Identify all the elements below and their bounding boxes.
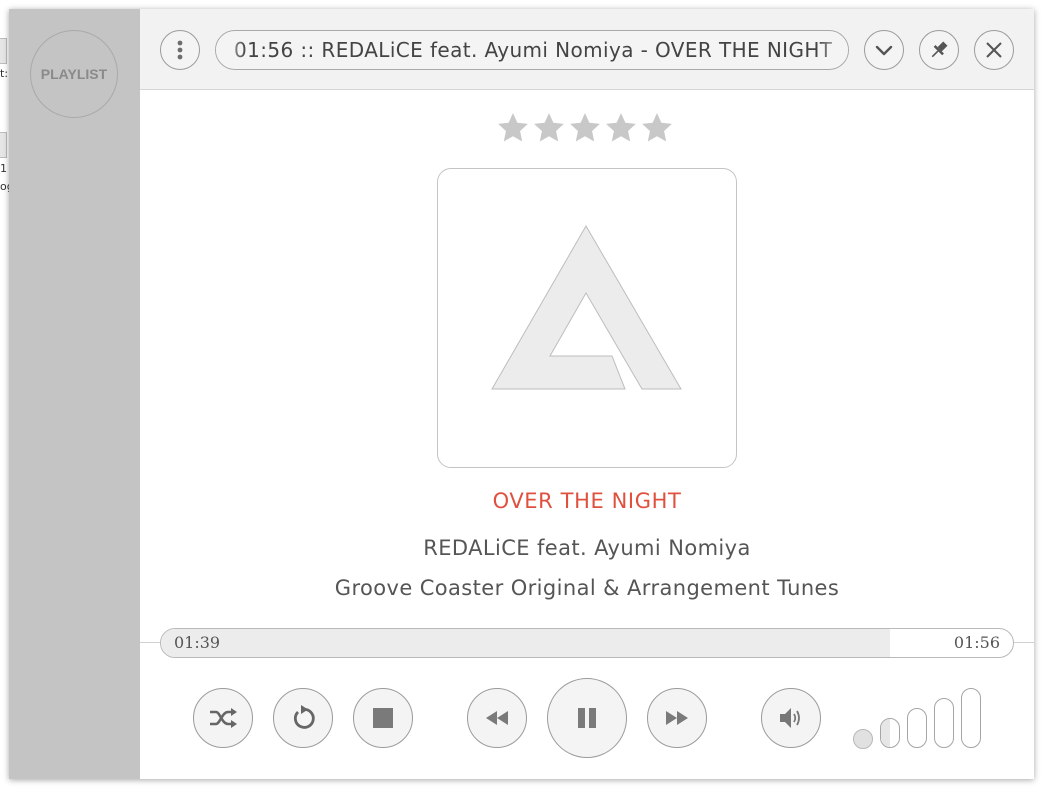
album-art — [437, 168, 737, 468]
stop-button[interactable] — [353, 688, 413, 748]
star-icon[interactable] — [640, 111, 674, 145]
track-album: Groove Coaster Original & Arrangement Tu… — [334, 576, 840, 600]
sidebar: PLAYLIST — [9, 9, 140, 779]
fast-forward-icon — [666, 711, 688, 725]
volume-level-1[interactable] — [880, 718, 900, 748]
current-time: 01:39 — [174, 633, 221, 652]
pin-button[interactable] — [919, 30, 959, 70]
track-artist: REDALiCE feat. Ayumi Nomiya — [423, 536, 751, 560]
aimp-logo-icon — [491, 225, 682, 390]
shuffle-button[interactable] — [193, 688, 253, 748]
mute-indicator[interactable] — [853, 729, 873, 749]
desktop-document-label: 1 — [0, 162, 7, 175]
repeat-button[interactable] — [273, 688, 333, 748]
close-icon — [986, 42, 1002, 58]
star-icon[interactable] — [568, 111, 602, 145]
volume-level-2[interactable] — [907, 708, 927, 748]
volume-button[interactable] — [761, 688, 821, 748]
menu-button[interactable] — [160, 30, 200, 70]
next-button[interactable] — [647, 688, 707, 748]
pause-button[interactable] — [547, 678, 627, 758]
star-icon[interactable] — [532, 111, 566, 145]
stop-icon — [373, 708, 393, 728]
total-time: 01:56 — [953, 633, 1000, 652]
repeat-icon — [293, 705, 315, 729]
previous-button[interactable] — [467, 688, 527, 748]
volume-level-4[interactable] — [961, 688, 981, 748]
star-icon[interactable] — [604, 111, 638, 145]
star-icon[interactable] — [496, 111, 530, 145]
player-window: PLAYLIST 01:56 :: REDALiCE feat. Ayumi N… — [9, 9, 1034, 779]
shuffle-icon — [210, 708, 237, 728]
menu-dots-icon — [177, 40, 183, 60]
pause-icon — [578, 708, 596, 728]
close-button[interactable] — [974, 30, 1014, 70]
player-main: 01:56 :: REDALiCE feat. Ayumi Nomiya - O… — [140, 9, 1034, 779]
rating-stars — [496, 111, 680, 147]
chevron-down-icon — [875, 45, 893, 56]
seek-progress — [161, 629, 891, 657]
rewind-icon — [486, 711, 508, 725]
now-playing-ticker[interactable]: 01:56 :: REDALiCE feat. Ayumi Nomiya - O… — [215, 30, 849, 70]
desktop-file-label: t: — [0, 67, 9, 80]
track-title: OVER THE NIGHT — [492, 489, 682, 513]
speaker-icon — [780, 708, 800, 728]
volume-level-3[interactable] — [934, 698, 954, 748]
playlist-button[interactable]: PLAYLIST — [30, 30, 118, 118]
title-bar: 01:56 :: REDALiCE feat. Ayumi Nomiya - O… — [140, 9, 1034, 90]
pin-icon — [931, 41, 948, 58]
collapse-button[interactable] — [864, 30, 904, 70]
now-playing-text: 01:56 :: REDALiCE feat. Ayumi Nomiya - O… — [234, 38, 833, 62]
seek-bar[interactable]: 01:39 01:56 — [160, 628, 1014, 658]
